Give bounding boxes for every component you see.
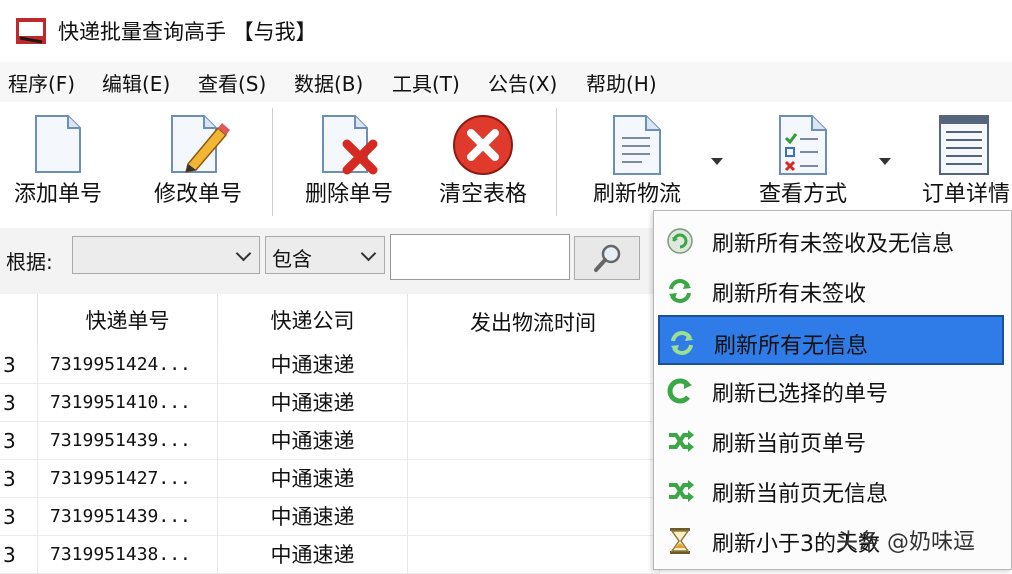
edit-document-icon (171, 115, 230, 173)
menu-tools[interactable]: 工具(T) (392, 68, 460, 97)
shuffle-icon (669, 430, 694, 452)
menu-item-refresh-unsigned-and-no-info[interactable]: 刷新所有未签收及无信息 (658, 215, 1004, 265)
table-row[interactable]: 3 7319951410... 中通速递 (0, 384, 660, 422)
table-row[interactable]: 3 7319951424... 中通速递 (0, 346, 660, 384)
toolbar-separator (556, 108, 557, 216)
order-form-icon (939, 115, 989, 175)
edit-number-button[interactable]: 修改单号 (148, 102, 248, 212)
menu-item-refresh-unsigned[interactable]: 刷新所有未签收 (658, 265, 1004, 315)
menu-data[interactable]: 数据(B) (294, 68, 363, 97)
menu-program[interactable]: 程序(F) (8, 68, 75, 97)
chevron-down-icon (235, 245, 252, 262)
refresh-icon (671, 331, 693, 355)
filter-match-select[interactable]: 包含 (265, 236, 385, 274)
column-header-number[interactable]: 快递单号 (38, 294, 218, 346)
order-details-button[interactable]: 订单详情 (918, 102, 1012, 212)
delete-number-button[interactable]: 删除单号 (296, 102, 402, 212)
refresh-dropdown-menu: 刷新所有未签收及无信息 刷新所有未签收 刷新所有无信息 刷新已选择的单号 刷新当… (653, 210, 1012, 570)
search-button[interactable] (574, 236, 640, 280)
refresh-icon (669, 279, 691, 303)
menu-item-refresh-selected[interactable]: 刷新已选择的单号 (658, 365, 1004, 415)
clear-table-button[interactable]: 清空表格 (430, 102, 536, 212)
filter-label: 根据: (6, 250, 53, 274)
menu-notice[interactable]: 公告(X) (488, 68, 557, 97)
table-row[interactable]: 3 7319951438... 中通速递 (0, 536, 660, 574)
menu-item-refresh-current-page-no-info[interactable]: 刷新当前页无信息 (658, 465, 1004, 515)
menu-view[interactable]: 查看(S) (198, 68, 266, 97)
new-document-icon (35, 115, 81, 173)
shuffle-icon (669, 480, 694, 502)
refresh-logistics-button[interactable]: 刷新物流 (584, 102, 690, 212)
window-title: 快递批量查询高手 【与我】 (58, 20, 317, 44)
title-bar: 快递批量查询高手 【与我】 (0, 0, 1012, 62)
chevron-down-icon (360, 245, 377, 262)
column-header-index (0, 294, 38, 346)
menu-edit[interactable]: 编辑(E) (102, 68, 170, 97)
menu-item-refresh-no-info[interactable]: 刷新所有无信息 (658, 315, 1004, 365)
table-row[interactable]: 3 7319951427... 中通速递 (0, 460, 660, 498)
view-mode-button[interactable]: 查看方式 (750, 102, 856, 212)
view-dropdown-chevron-icon[interactable] (879, 158, 891, 165)
menu-help[interactable]: 帮助(H) (586, 68, 657, 97)
menu-bar: 程序(F) 编辑(E) 查看(S) 数据(B) 工具(T) 公告(X) 帮助(H… (0, 62, 1012, 102)
document-list-icon (613, 115, 661, 175)
column-header-ship-time[interactable]: 发出物流时间 (408, 294, 660, 346)
table-row[interactable]: 3 7319951439... 中通速递 (0, 498, 660, 536)
hourglass-icon (670, 528, 690, 554)
data-grid: 快递单号 快递公司 发出物流时间 3 7319951424... 中通速递 3 … (0, 294, 660, 574)
column-header-company[interactable]: 快递公司 (218, 294, 408, 346)
checklist-icon (779, 115, 827, 175)
add-number-button[interactable]: 添加单号 (8, 102, 108, 212)
search-input[interactable] (390, 234, 570, 280)
refresh-dropdown-chevron-icon[interactable] (711, 158, 723, 165)
magnifier-icon (594, 244, 621, 272)
watermark: 头条 @奶味逗 (836, 530, 975, 555)
refresh-selected-icon (667, 378, 692, 404)
toolbar-separator (272, 108, 273, 216)
table-row[interactable]: 3 7319951439... 中通速递 (0, 422, 660, 460)
refresh-document-icon (667, 228, 693, 254)
delete-document-icon (322, 115, 378, 175)
clear-icon (453, 115, 513, 175)
app-logo-icon (16, 18, 46, 44)
menu-item-refresh-current-page[interactable]: 刷新当前页单号 (658, 415, 1004, 465)
filter-field-select[interactable] (72, 236, 260, 274)
